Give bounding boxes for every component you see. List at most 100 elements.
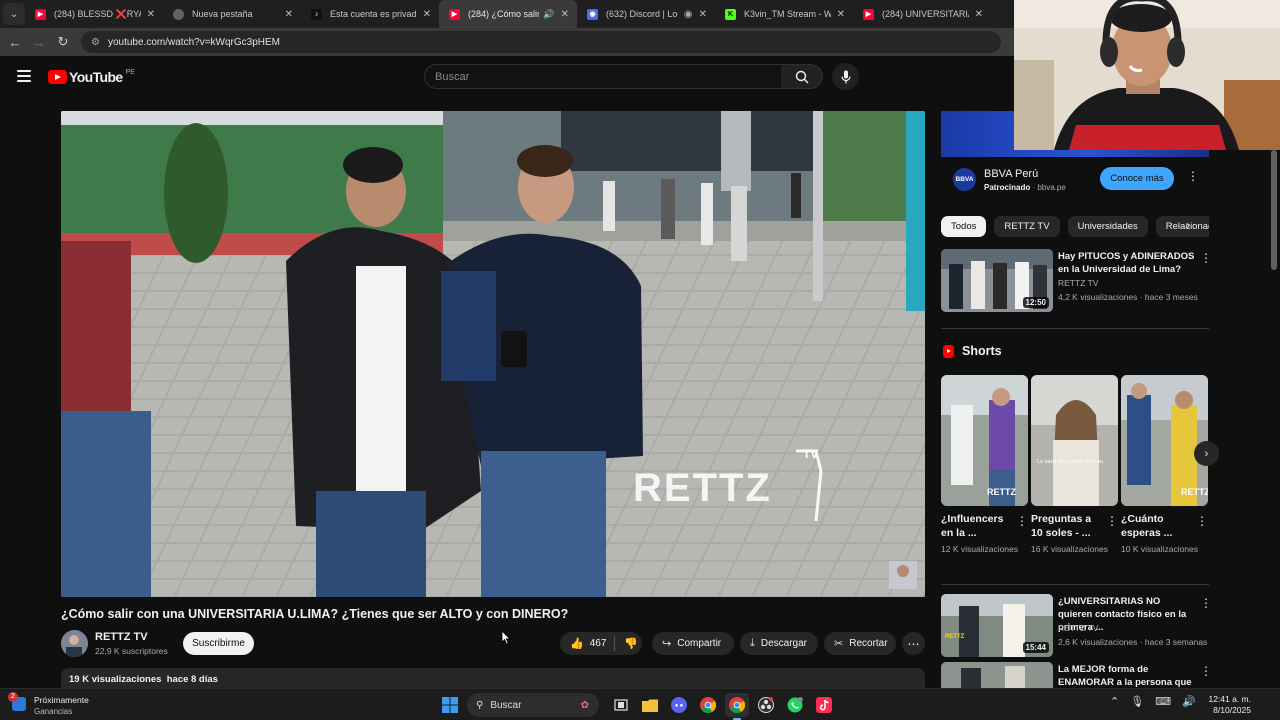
chip-all[interactable]: Todos [941,215,987,237]
browser-tab[interactable]: ▶ (284) UNIVERSITARIAS pone ✕ [853,0,991,28]
recommended-video[interactable]: La MEJOR forma de ENAMORAR a la persona … [941,662,1209,688]
like-icon[interactable]: 👍 [570,637,584,650]
short-card[interactable]: Le saco de cuadro mi beso Preguntas a 10… [1031,375,1118,556]
recommended-channel[interactable]: RETTZ TV [1058,623,1098,633]
channel-avatar[interactable] [61,630,88,657]
close-icon[interactable]: ✕ [423,9,431,20]
short-title[interactable]: ¿Cuánto esperas ... [1121,512,1193,540]
tab-search-menu-button[interactable]: ⌄ [3,3,25,25]
advertiser-logo[interactable]: BBVA [953,168,976,191]
close-icon[interactable]: ✕ [147,9,155,20]
kebab-menu-icon[interactable]: ⋮ [1187,169,1199,183]
shorts-header: Shorts [943,344,1002,358]
short-thumbnail[interactable]: Le saco de cuadro mi beso [1031,375,1118,506]
chrome-app-button-active[interactable] [725,693,749,720]
recommended-video[interactable]: 12:50 Hay PITUCOS y ADINERADOS en la Uni… [941,249,1212,313]
menu-icon[interactable] [17,70,31,82]
short-card[interactable]: RETTZ ¿Cuánto esperas ... 10 K visualiza… [1121,375,1208,556]
video-thumbnail[interactable]: 12:50 [941,249,1053,312]
close-icon[interactable]: ✕ [975,9,983,20]
chevron-right-icon[interactable]: › [1186,218,1190,232]
tab-title: (284) UNIVERSITARIAS pone [882,9,969,19]
video-thumbnail[interactable] [941,662,1053,688]
whatsapp-app-button[interactable] [783,693,807,717]
kebab-menu-icon[interactable]: ⋮ [1016,514,1028,528]
video-player[interactable]: RETTZ TV [61,111,925,597]
site-info-icon[interactable]: ⚙ [91,37,100,48]
short-thumbnail[interactable]: RETTZ [1121,375,1208,506]
advertiser-name[interactable]: BBVA Perú [984,168,1038,180]
short-title[interactable]: Preguntas a 10 soles - ... [1031,512,1103,540]
page-scrollbar[interactable] [1271,150,1277,270]
kebab-menu-icon[interactable]: ⋮ [1200,251,1212,265]
short-card[interactable]: RETTZ ¿Influencers en la ... 12 K visual… [941,375,1028,556]
taskbar-search[interactable]: ⚲ Buscar ✿ [467,693,599,717]
chip-universities[interactable]: Universidades [1067,215,1148,237]
discord-app-button[interactable] [667,693,691,717]
youtube-play-icon [48,70,67,84]
keyboard-icon[interactable]: ⌨ [1155,695,1171,708]
widgets-button[interactable]: Próximamente Ganancias [8,692,89,717]
close-icon[interactable]: ✕ [837,9,845,20]
voice-search-button[interactable] [832,63,859,90]
browser-tab[interactable]: K K3vin_TM Stream - Watch ✕ [715,0,853,28]
chevron-up-icon[interactable]: ⌃ [1110,695,1119,708]
ad-cta-button[interactable]: Conoce más [1100,167,1174,190]
youtube-logo[interactable]: YouTube PE [48,69,135,85]
like-count[interactable]: 467 [590,638,607,649]
kebab-menu-icon[interactable]: ⋮ [1200,664,1209,678]
search-icon: ⚲ [476,699,484,711]
volume-icon[interactable]: 🔊 [1182,695,1196,708]
microphone-icon[interactable]: 🎙 [1130,695,1144,708]
chip-related[interactable]: Relacionado [1155,215,1209,237]
close-icon[interactable]: ✕ [561,9,569,20]
dislike-icon[interactable]: 👎 [624,637,638,650]
short-badge: RETTZ [1181,487,1208,497]
recommended-title[interactable]: Hay PITUCOS y ADINERADOS en la Universid… [1058,250,1196,276]
chevron-right-icon[interactable]: › [1194,441,1219,466]
tiktok-app-button[interactable] [812,693,836,717]
recommended-channel[interactable]: RETTZ TV [1058,278,1098,288]
short-caption: Le saco de cuadro mi beso [1037,459,1103,465]
kebab-menu-icon[interactable]: ⋮ [1196,514,1208,528]
file-explorer-button[interactable] [638,693,662,717]
reload-icon[interactable]: ↻ [51,30,75,54]
search-input[interactable]: Buscar [424,64,782,89]
close-icon[interactable]: ✕ [285,9,293,20]
download-button[interactable]: ⤓ Descargar [740,632,818,655]
recommended-title[interactable]: La MEJOR forma de ENAMORAR a la persona … [1058,663,1196,688]
short-thumbnail[interactable]: RETTZ [941,375,1028,506]
browser-tab[interactable]: ♪ Esta cuenta es privada. Sigue ✕ [301,0,439,28]
system-clock[interactable]: 12:41 a. m. 8/10/2025 [1207,694,1251,716]
browser-tab-active[interactable]: ▶ (284) ¿Cómo salir con 🔊 ✕ [439,0,577,28]
task-view-button[interactable] [609,693,633,717]
channel-name[interactable]: RETTZ TV [95,631,148,643]
chrome-app-button[interactable] [696,693,720,717]
address-bar[interactable]: ⚙ youtube.com/watch?v=kWqrGc3pHEM [81,31,1001,53]
widgets-icon [8,692,26,711]
close-icon[interactable]: ✕ [699,9,707,20]
upload-age: hace 8 días [166,674,218,685]
subscribe-button[interactable]: Suscribirme [183,632,254,655]
kebab-menu-icon[interactable]: ⋮ [1200,596,1212,610]
start-button[interactable] [438,693,462,717]
browser-tab[interactable]: ▶ (284) BLESSD ❌RYAN CASTRO ✕ [25,0,163,28]
chrome-icon [700,697,716,713]
forward-arrow-icon[interactable]: → [27,30,51,54]
speaker-icon[interactable]: 🔊 [543,9,554,20]
back-arrow-icon[interactable]: ← [3,30,27,54]
more-actions-button[interactable]: ⋯ [902,632,925,655]
search-button[interactable] [781,64,823,89]
browser-tab[interactable]: Nueva pestaña ✕ [163,0,301,28]
video-thumbnail[interactable]: RETTZ 15:44 [941,594,1053,657]
short-title[interactable]: ¿Influencers en la ... [941,512,1013,540]
recommended-video[interactable]: RETTZ 15:44 ¿UNIVERSITARIAS NO quieren c… [941,594,1212,658]
chip-channel[interactable]: RETTZ TV [994,215,1060,237]
video-duration: 12:50 [1022,297,1049,308]
browser-tab[interactable]: ◉ (632) Discord | Lounge ◉ ✕ [577,0,715,28]
widgets-title: Próximamente [34,695,89,705]
clip-button[interactable]: ✂ Recortar [824,632,896,655]
kebab-menu-icon[interactable]: ⋮ [1106,514,1118,528]
share-button[interactable]: ↪ Compartir [652,632,734,655]
obs-app-button[interactable] [754,693,778,717]
